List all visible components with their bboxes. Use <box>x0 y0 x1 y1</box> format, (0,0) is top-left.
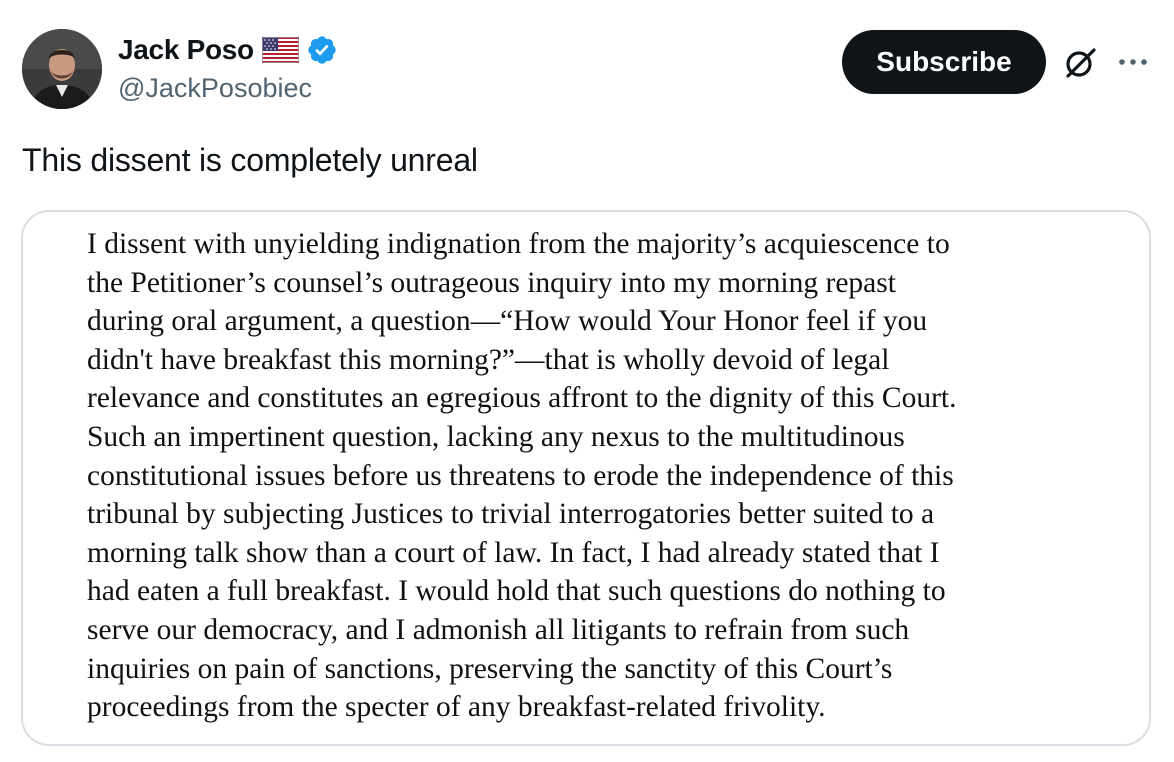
document-line: serve our democracy, and I admonish all … <box>87 613 910 646</box>
document-line: Such an impertinent question, lacking an… <box>87 420 905 453</box>
media-card[interactable]: I dissent with unyielding indignation fr… <box>21 210 1151 746</box>
document-line: morning talk show than a court of law. I… <box>87 536 940 569</box>
document-line: didn't have breakfast this morning?”—tha… <box>87 343 890 376</box>
author-handle[interactable]: @JackPosobiec <box>118 73 312 104</box>
document-line: inquiries on pain of sanctions, preservi… <box>87 652 893 685</box>
author-display-name[interactable]: Jack Poso <box>118 34 254 66</box>
us-flag-icon <box>261 37 299 63</box>
grok-icon[interactable] <box>1062 45 1098 81</box>
document-line: had eaten a full breakfast. I would hold… <box>87 575 946 608</box>
tweet-text: This dissent is completely unreal <box>22 142 478 178</box>
author-name-row[interactable]: Jack Poso <box>118 31 338 69</box>
document-line: tribunal by subjecting Justices to trivi… <box>87 498 935 531</box>
avatar-image <box>22 29 102 109</box>
more-icon[interactable] <box>1116 50 1150 74</box>
document-line: the Petitioner’s counsel’s outrageous in… <box>87 266 896 299</box>
document-excerpt: I dissent with unyielding indignation fr… <box>87 225 1127 727</box>
document-line: during oral argument, a question—“How wo… <box>87 305 928 338</box>
document-line: relevance and constitutes an egregious a… <box>87 382 957 415</box>
avatar[interactable] <box>22 29 102 109</box>
verified-badge-icon[interactable] <box>306 34 338 66</box>
subscribe-button[interactable]: Subscribe <box>842 30 1046 94</box>
document-line: I dissent with unyielding indignation fr… <box>87 228 950 260</box>
document-line: constitutional issues before us threaten… <box>87 459 954 492</box>
document-line: proceedings from the specter of any brea… <box>87 691 826 724</box>
